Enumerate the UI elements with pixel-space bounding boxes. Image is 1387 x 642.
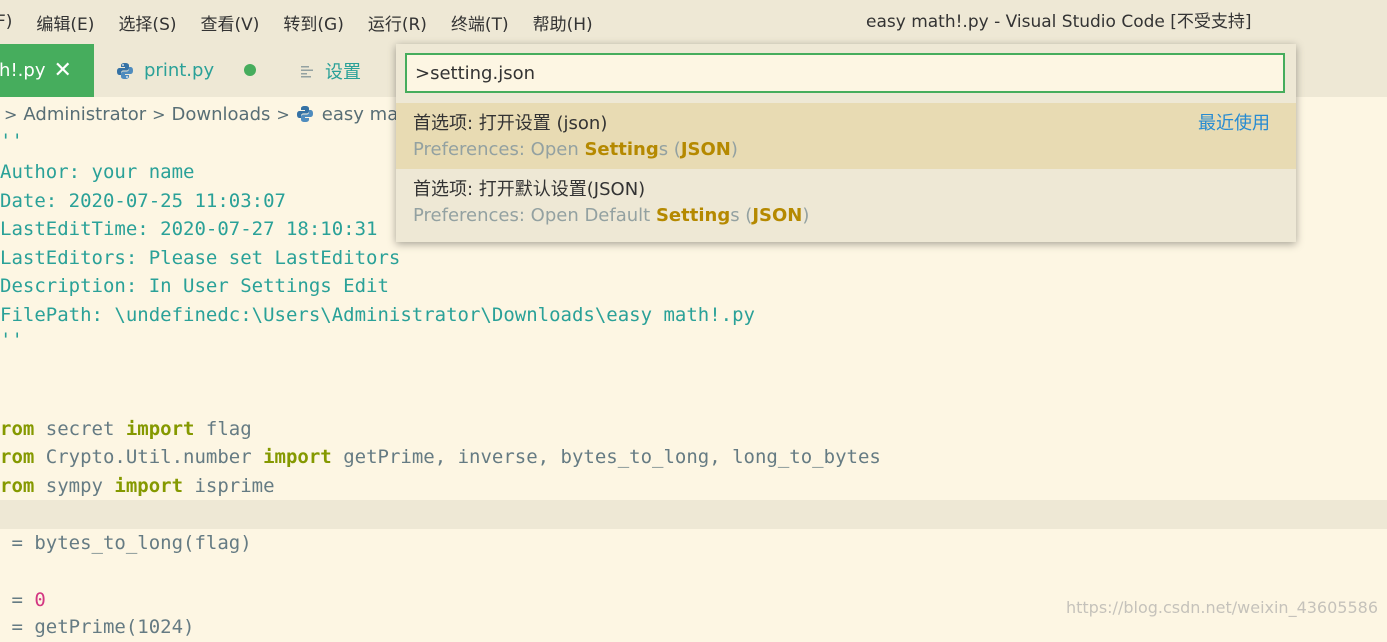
chevron-right-icon: > xyxy=(4,104,18,124)
recently-used-badge: 最近使用 xyxy=(1198,113,1270,134)
tab-easy-math[interactable]: th!.py ✕ xyxy=(0,44,94,97)
chevron-right-icon: > xyxy=(152,104,166,124)
menu-selection[interactable]: 选择(S) xyxy=(118,10,176,35)
code-line: rom sympy import isprime xyxy=(0,475,275,497)
palette-result-open-settings-json[interactable]: 首选项: 打开设置 (json) 最近使用 Preferences: Open … xyxy=(396,103,1296,169)
menu-file[interactable]: F) xyxy=(0,12,12,32)
result-label: 首选项: 打开默认设置(JSON) xyxy=(413,179,646,200)
menu-bar: F) 编辑(E) 选择(S) 查看(V) 转到(G) 运行(R) 终端(T) 帮… xyxy=(0,0,617,44)
current-line-highlight xyxy=(0,500,1387,529)
code-line: = bytes_to_long(flag) xyxy=(0,532,252,554)
result-description: Preferences: Open Default Settings (JSON… xyxy=(413,205,810,226)
window-title: easy math!.py - Visual Studio Code [不受支持… xyxy=(866,12,1252,32)
breadcrumb-item-downloads[interactable]: Downloads xyxy=(172,104,271,125)
watermark: https://blog.csdn.net/weixin_43605586 xyxy=(1065,598,1378,617)
code-line: rom secret import flag xyxy=(0,418,252,440)
python-icon xyxy=(296,106,313,122)
menu-view[interactable]: 查看(V) xyxy=(201,10,260,35)
menu-edit[interactable]: 编辑(E) xyxy=(36,10,94,35)
tab-print-label: print.py xyxy=(144,60,215,81)
code-line: '' xyxy=(0,329,23,351)
menu-help[interactable]: 帮助(H) xyxy=(533,10,593,35)
modified-dot-icon xyxy=(244,64,256,76)
menu-run[interactable]: 运行(R) xyxy=(368,10,427,35)
command-palette-input[interactable] xyxy=(405,53,1285,93)
breadcrumb-item-administrator[interactable]: Administrator xyxy=(23,104,146,125)
palette-result-open-default-settings-json[interactable]: 首选项: 打开默认设置(JSON) Preferences: Open Defa… xyxy=(396,169,1296,235)
tab-settings-label: 设置 xyxy=(325,61,361,83)
title-bar: F) 编辑(E) 选择(S) 查看(V) 转到(G) 运行(R) 终端(T) 帮… xyxy=(0,0,1387,44)
tab-easy-math-label: th!.py xyxy=(0,60,46,81)
tab-settings[interactable]: 设置 xyxy=(299,44,361,97)
code-line: LastEditors: Please set LastEditors xyxy=(0,247,401,269)
result-label: 首选项: 打开设置 (json) xyxy=(413,113,608,134)
code-line: = getPrime(1024) xyxy=(0,616,195,638)
breadcrumb: > Administrator > Downloads > easy math xyxy=(0,97,417,131)
command-palette: 首选项: 打开设置 (json) 最近使用 Preferences: Open … xyxy=(396,44,1296,242)
menu-go[interactable]: 转到(G) xyxy=(283,10,343,35)
close-icon[interactable]: ✕ xyxy=(53,59,71,82)
settings-list-icon xyxy=(301,65,313,77)
code-line: Description: In User Settings Edit xyxy=(0,275,389,297)
result-description: Preferences: Open Settings (JSON) xyxy=(413,139,738,160)
chevron-right-icon: > xyxy=(276,104,290,124)
tab-print[interactable]: print.py xyxy=(116,44,214,97)
code-line: rom Crypto.Util.number import getPrime, … xyxy=(0,446,881,468)
python-icon xyxy=(117,62,133,79)
menu-terminal[interactable]: 终端(T) xyxy=(451,10,509,35)
